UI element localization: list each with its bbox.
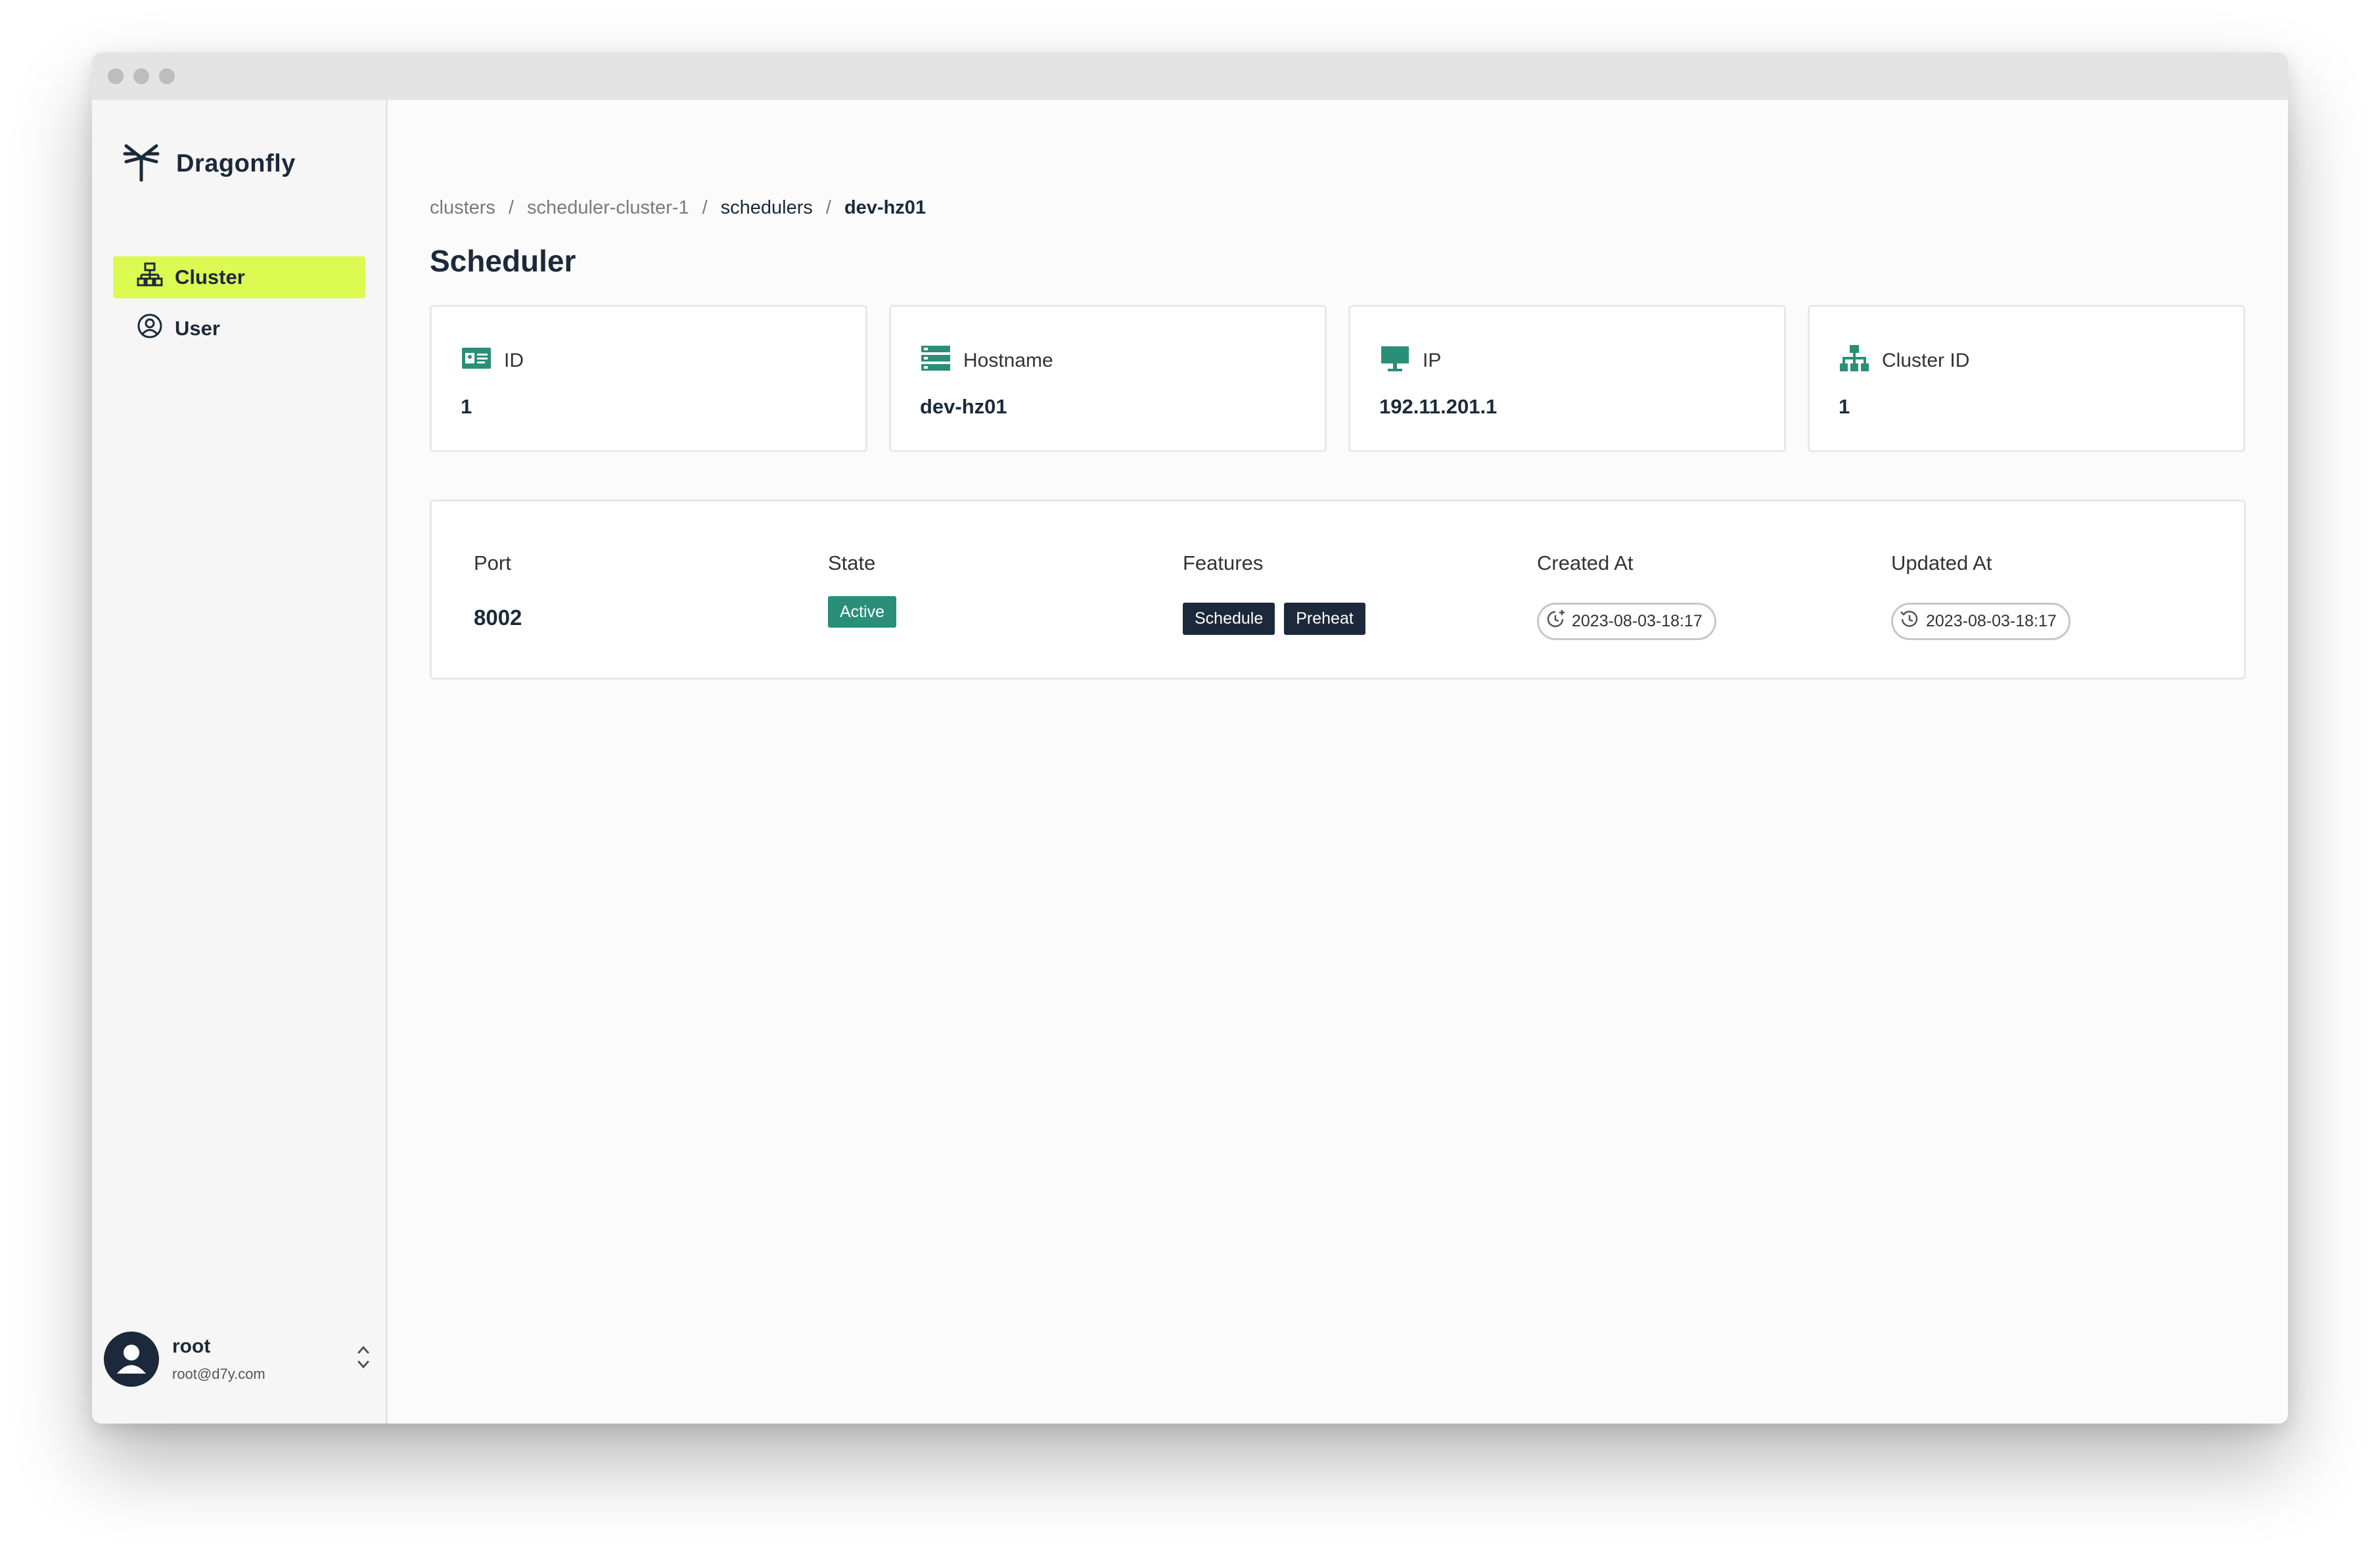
- created-at-label: Created At: [1537, 551, 1634, 574]
- history-icon: [1898, 608, 1926, 635]
- hostname-card: Hostname dev-hz01: [889, 305, 1327, 452]
- user-circle-icon: [137, 313, 175, 344]
- sidebar-item-user[interactable]: User: [113, 308, 365, 350]
- updated-at-label: Updated At: [1891, 551, 1992, 574]
- breadcrumb-scheduler-cluster[interactable]: scheduler-cluster-1: [527, 197, 689, 219]
- port-value: 8002: [474, 605, 522, 630]
- sidebar: Dragonfly Cluster User root root@d7y.com: [92, 100, 388, 1424]
- updated-at-chip: 2023-08-03-18:17: [1891, 603, 2071, 640]
- account-menu[interactable]: root root@d7y.com: [104, 1329, 373, 1388]
- features-label: Features: [1183, 551, 1264, 574]
- feature-chip-preheat: Preheat: [1284, 603, 1365, 635]
- window-minimize-dot[interactable]: [133, 68, 149, 84]
- card-label: ID: [504, 350, 524, 371]
- card-value: 1: [1839, 395, 1850, 418]
- breadcrumb-current: dev-hz01: [844, 197, 927, 218]
- breadcrumb-schedulers[interactable]: schedulers: [721, 197, 813, 219]
- breadcrumb-separator: /: [825, 197, 831, 218]
- feature-chip-schedule: Schedule: [1183, 603, 1275, 635]
- monitor-icon: [1379, 344, 1423, 378]
- browser-window: Dragonfly Cluster User root root@d7y.com…: [92, 53, 2288, 1424]
- account-name: root: [172, 1335, 211, 1357]
- port-label: Port: [474, 551, 511, 574]
- brand-name: Dragonfly: [176, 150, 296, 177]
- state-label: State: [828, 551, 876, 574]
- breadcrumb-clusters[interactable]: clusters: [430, 197, 495, 219]
- server-icon: [920, 344, 963, 378]
- chevron-up-down-icon[interactable]: [354, 1341, 373, 1374]
- window-close-dot[interactable]: [108, 68, 124, 84]
- card-value: 192.11.201.1: [1379, 395, 1498, 418]
- page-title: Scheduler: [430, 244, 576, 278]
- brand[interactable]: Dragonfly: [122, 142, 296, 186]
- sidebar-item-label: Cluster: [175, 266, 245, 289]
- id-card: ID 1: [430, 305, 867, 452]
- cluster-icon: [137, 262, 175, 293]
- created-at-value: 2023-08-03-18:17: [1572, 612, 1703, 630]
- avatar: [104, 1332, 159, 1387]
- card-value: dev-hz01: [920, 395, 1007, 418]
- breadcrumb-separator: /: [702, 197, 708, 218]
- card-label: IP: [1423, 350, 1442, 371]
- updated-at-value: 2023-08-03-18:17: [1926, 612, 2057, 630]
- account-email: root@d7y.com: [172, 1366, 265, 1382]
- card-label: Cluster ID: [1882, 350, 1970, 371]
- sidebar-item-label: User: [175, 317, 220, 340]
- ip-card: IP 192.11.201.1: [1348, 305, 1786, 452]
- id-card-icon: [461, 344, 504, 378]
- clock-plus-icon: [1544, 608, 1572, 635]
- card-value: 1: [461, 395, 472, 418]
- scheduler-details: Port 8002 State Active Features Schedule…: [430, 499, 2246, 680]
- window-titlebar: [92, 53, 2288, 100]
- sidebar-item-cluster[interactable]: Cluster: [113, 256, 365, 298]
- window-maximize-dot[interactable]: [159, 68, 175, 84]
- dragonfly-logo-icon: [122, 142, 160, 186]
- person-icon: [117, 1345, 146, 1374]
- breadcrumb-separator: /: [508, 197, 514, 218]
- card-label: Hostname: [963, 350, 1053, 371]
- created-at-chip: 2023-08-03-18:17: [1537, 603, 1716, 640]
- status-badge: Active: [828, 596, 897, 628]
- breadcrumb: clusters / scheduler-cluster-1 / schedul…: [430, 197, 926, 219]
- main-content: clusters / scheduler-cluster-1 / schedul…: [388, 100, 2288, 1424]
- network-tree-icon: [1839, 344, 1882, 378]
- cluster-id-card: Cluster ID 1: [1808, 305, 2245, 452]
